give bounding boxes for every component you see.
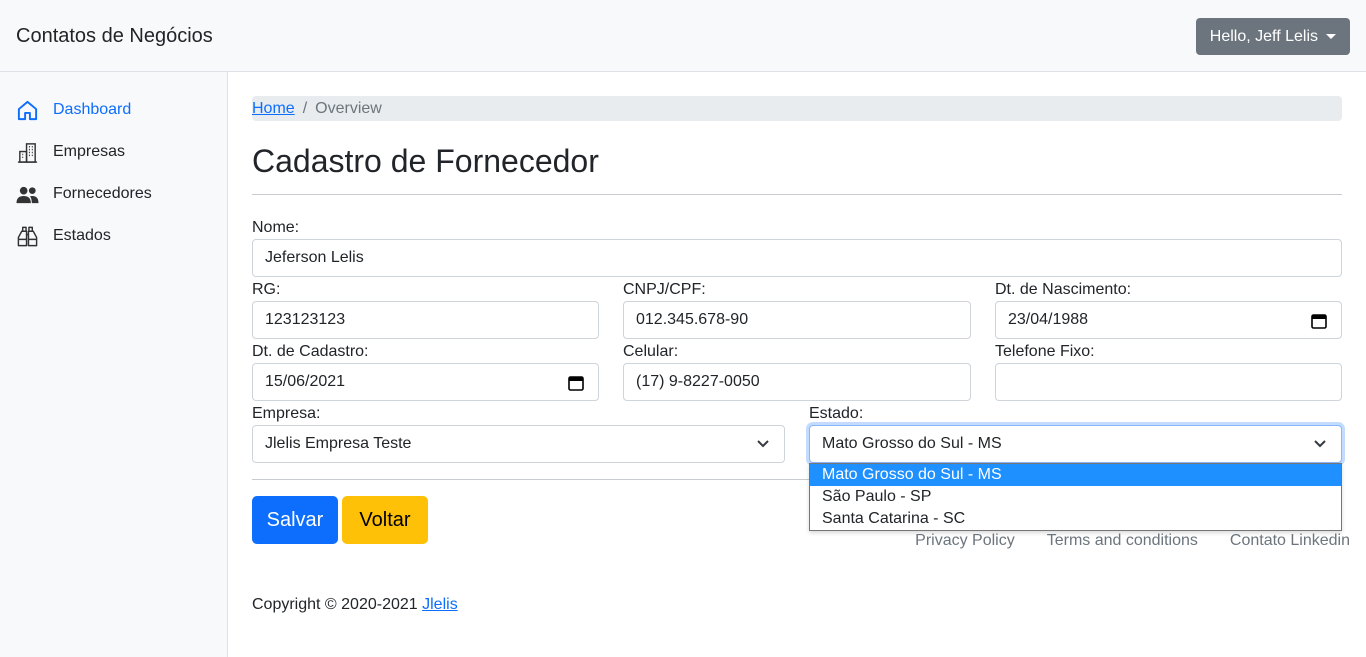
sidebar-item-empresas[interactable]: Empresas — [16, 138, 125, 166]
estado-option[interactable]: São Paulo - SP — [810, 486, 1341, 508]
user-menu-button[interactable]: Hello, Jeff Lelis — [1195, 18, 1350, 55]
nascimento-date-input[interactable]: 23/04/1988 — [995, 301, 1342, 339]
celular-value: (17) 9-8227-0050 — [636, 373, 760, 390]
divider — [252, 194, 1342, 195]
telefone-input[interactable] — [995, 363, 1342, 401]
breadcrumb-separator: / — [302, 99, 308, 117]
empresa-value: Jlelis Empresa Teste — [265, 435, 412, 452]
footer-links: Privacy Policy Terms and conditions Cont… — [915, 532, 1350, 550]
copyright: Copyright © 2020-2021 Jlelis — [252, 596, 458, 614]
cnpj-value: 012.345.678-90 — [636, 311, 749, 328]
people-icon — [16, 186, 39, 203]
back-button[interactable]: Voltar — [342, 496, 428, 544]
celular-label: Celular: — [623, 343, 679, 360]
rg-value: 123123123 — [265, 311, 346, 328]
estado-option[interactable]: Santa Catarina - SC — [810, 508, 1341, 530]
sidebar-item-dashboard[interactable]: Dashboard — [16, 96, 131, 124]
nome-value: Jeferson Lelis — [265, 249, 364, 266]
cadastro-label: Dt. de Cadastro: — [252, 343, 369, 360]
caret-down-icon — [1326, 34, 1336, 39]
sidebar-item-label: Empresas — [53, 143, 126, 160]
nascimento-value: 23/04/1988 — [1008, 311, 1089, 328]
rg-label: RG: — [252, 281, 281, 298]
save-button[interactable]: Salvar — [252, 496, 338, 544]
linkedin-contact-link[interactable]: Contato Linkedin — [1230, 532, 1350, 550]
building-icon — [17, 142, 38, 163]
empresa-select[interactable]: Jlelis Empresa Teste — [252, 425, 785, 463]
estado-select[interactable]: Mato Grosso do Sul - MS — [809, 425, 1342, 463]
estado-value: Mato Grosso do Sul - MS — [822, 435, 1002, 452]
sidebar-item-label: Estados — [53, 227, 111, 244]
estado-dropdown-list: Mato Grosso do Sul - MS São Paulo - SP S… — [809, 463, 1342, 531]
home-icon — [17, 100, 38, 120]
chevron-down-icon — [1314, 440, 1326, 448]
calendar-icon[interactable] — [1311, 313, 1327, 329]
celular-input[interactable]: (17) 9-8227-0050 — [623, 363, 971, 401]
binoculars-icon — [17, 226, 38, 246]
sidebar-item-label: Fornecedores — [53, 185, 152, 202]
estado-option[interactable]: Mato Grosso do Sul - MS — [810, 464, 1341, 486]
cadastro-date-input[interactable]: 15/06/2021 — [252, 363, 599, 401]
top-navbar: Contatos de Negócios Hello, Jeff Lelis — [0, 0, 1366, 72]
sidebar-item-estados[interactable]: Estados — [16, 222, 111, 250]
page-title: Cadastro de Fornecedor — [252, 143, 599, 179]
breadcrumb: Home / Overview — [252, 96, 1342, 121]
telefone-label: Telefone Fixo: — [995, 343, 1095, 360]
cnpj-label: CNPJ/CPF: — [623, 281, 706, 298]
nome-label: Nome: — [252, 219, 300, 236]
empresa-label: Empresa: — [252, 405, 321, 422]
calendar-icon[interactable] — [568, 375, 584, 391]
privacy-policy-link[interactable]: Privacy Policy — [915, 532, 1015, 550]
cadastro-value: 15/06/2021 — [265, 373, 346, 390]
sidebar-item-fornecedores[interactable]: Fornecedores — [16, 180, 152, 208]
nome-input[interactable]: Jeferson Lelis — [252, 239, 1342, 277]
rg-input[interactable]: 123123123 — [252, 301, 599, 339]
brand-title[interactable]: Contatos de Negócios — [16, 25, 213, 48]
copyright-text: Copyright © 2020-2021 — [252, 596, 418, 613]
user-menu-label: Hello, Jeff Lelis — [1209, 27, 1318, 45]
chevron-down-icon — [757, 440, 769, 448]
breadcrumb-current: Overview — [315, 99, 382, 117]
estado-label: Estado: — [809, 405, 864, 422]
nascimento-label: Dt. de Nascimento: — [995, 281, 1132, 298]
terms-link[interactable]: Terms and conditions — [1047, 532, 1198, 550]
sidebar-item-label: Dashboard — [53, 101, 132, 118]
cnpj-input[interactable]: 012.345.678-90 — [623, 301, 971, 339]
author-link[interactable]: Jlelis — [422, 596, 458, 613]
sidebar: Dashboard Empresas Fornecedores Estados — [0, 72, 228, 657]
breadcrumb-home-link[interactable]: Home — [252, 100, 295, 118]
